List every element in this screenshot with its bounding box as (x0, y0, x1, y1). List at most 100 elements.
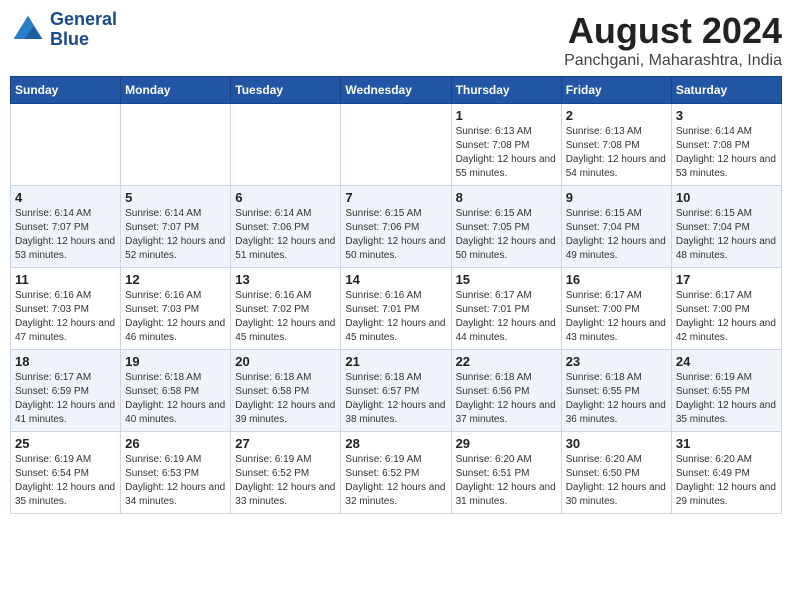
day-info: Sunrise: 6:16 AMSunset: 7:02 PMDaylight:… (235, 289, 336, 345)
calendar-cell: 22Sunrise: 6:18 AMSunset: 6:56 PMDayligh… (451, 350, 561, 432)
day-info: Sunrise: 6:18 AMSunset: 6:56 PMDaylight:… (456, 371, 557, 427)
calendar-cell: 1 Sunrise: 6:13 AMSunset: 7:08 PMDaylight… (451, 104, 561, 186)
logo: General Blue (10, 10, 117, 50)
day-number: 30 (566, 436, 667, 451)
calendar-cell: 5Sunrise: 6:14 AMSunset: 7:07 PMDaylight… (121, 186, 231, 268)
calendar-header-row: SundayMondayTuesdayWednesdayThursdayFrid… (11, 77, 782, 104)
day-number: 11 (15, 272, 116, 287)
day-info: Sunrise: 6:16 AMSunset: 7:03 PMDaylight:… (125, 289, 226, 345)
day-info: Sunrise: 6:17 AMSunset: 7:00 PMDaylight:… (566, 289, 667, 345)
calendar-cell: 17 Sunrise: 6:17 AMSunset: 7:00 PMDayligh… (671, 268, 781, 350)
calendar-cell (121, 104, 231, 186)
day-number: 4 (15, 190, 116, 205)
day-number: 18 (15, 354, 116, 369)
day-info: Sunrise: 6:18 AMSunset: 6:57 PMDaylight:… (345, 371, 446, 427)
calendar-cell: 18 Sunrise: 6:17 AMSunset: 6:59 PMDayligh… (11, 350, 121, 432)
calendar-cell: 21Sunrise: 6:18 AMSunset: 6:57 PMDayligh… (341, 350, 451, 432)
day-number: 6 (235, 190, 336, 205)
main-title: August 2024 (564, 10, 782, 52)
title-area: August 2024 Panchgani, Maharashtra, Indi… (564, 10, 782, 70)
calendar-cell: 7 Sunrise: 6:15 AMSunset: 7:06 PMDaylight… (341, 186, 451, 268)
logo-line2: Blue (50, 30, 117, 50)
day-info: Sunrise: 6:17 AMSunset: 6:59 PMDaylight:… (15, 371, 116, 427)
calendar-cell: 30 Sunrise: 6:20 AMSunset: 6:50 PMDayligh… (561, 432, 671, 514)
calendar-table: SundayMondayTuesdayWednesdayThursdayFrid… (10, 76, 782, 514)
calendar-cell: 26 Sunrise: 6:19 AMSunset: 6:53 PMDayligh… (121, 432, 231, 514)
day-info: Sunrise: 6:16 AMSunset: 7:01 PMDaylight:… (345, 289, 446, 345)
day-number: 1 (456, 108, 557, 123)
day-number: 7 (345, 190, 446, 205)
day-info: Sunrise: 6:20 AMSunset: 6:50 PMDaylight:… (566, 453, 667, 509)
calendar-week-3: 11 Sunrise: 6:16 AMSunset: 7:03 PMDayligh… (11, 268, 782, 350)
header-sunday: Sunday (11, 77, 121, 104)
day-info: Sunrise: 6:15 AMSunset: 7:05 PMDaylight:… (456, 207, 557, 263)
header-tuesday: Tuesday (231, 77, 341, 104)
calendar-cell: 2Sunrise: 6:13 AMSunset: 7:08 PMDaylight… (561, 104, 671, 186)
day-number: 13 (235, 272, 336, 287)
day-number: 16 (566, 272, 667, 287)
subtitle: Panchgani, Maharashtra, India (564, 52, 782, 70)
calendar-cell: 20 Sunrise: 6:18 AMSunset: 6:58 PMDayligh… (231, 350, 341, 432)
day-info: Sunrise: 6:18 AMSunset: 6:55 PMDaylight:… (566, 371, 667, 427)
day-number: 10 (676, 190, 777, 205)
day-number: 23 (566, 354, 667, 369)
header-friday: Friday (561, 77, 671, 104)
day-info: Sunrise: 6:18 AMSunset: 6:58 PMDaylight:… (125, 371, 226, 427)
header-wednesday: Wednesday (341, 77, 451, 104)
calendar-cell: 9Sunrise: 6:15 AMSunset: 7:04 PMDaylight… (561, 186, 671, 268)
day-info: Sunrise: 6:19 AMSunset: 6:52 PMDaylight:… (345, 453, 446, 509)
day-info: Sunrise: 6:17 AMSunset: 7:00 PMDaylight:… (676, 289, 777, 345)
day-info: Sunrise: 6:19 AMSunset: 6:53 PMDaylight:… (125, 453, 226, 509)
calendar-cell: 8 Sunrise: 6:15 AMSunset: 7:05 PMDaylight… (451, 186, 561, 268)
day-info: Sunrise: 6:14 AMSunset: 7:06 PMDaylight:… (235, 207, 336, 263)
day-info: Sunrise: 6:14 AMSunset: 7:07 PMDaylight:… (125, 207, 226, 263)
calendar-cell: 4Sunrise: 6:14 AMSunset: 7:07 PMDaylight… (11, 186, 121, 268)
calendar-cell: 16 Sunrise: 6:17 AMSunset: 7:00 PMDayligh… (561, 268, 671, 350)
header-thursday: Thursday (451, 77, 561, 104)
header-saturday: Saturday (671, 77, 781, 104)
calendar-cell: 11 Sunrise: 6:16 AMSunset: 7:03 PMDayligh… (11, 268, 121, 350)
day-info: Sunrise: 6:19 AMSunset: 6:52 PMDaylight:… (235, 453, 336, 509)
calendar-cell: 23 Sunrise: 6:18 AMSunset: 6:55 PMDayligh… (561, 350, 671, 432)
day-info: Sunrise: 6:15 AMSunset: 7:04 PMDaylight:… (676, 207, 777, 263)
calendar-cell: 25 Sunrise: 6:19 AMSunset: 6:54 PMDayligh… (11, 432, 121, 514)
day-info: Sunrise: 6:16 AMSunset: 7:03 PMDaylight:… (15, 289, 116, 345)
day-number: 28 (345, 436, 446, 451)
calendar-cell: 29 Sunrise: 6:20 AMSunset: 6:51 PMDayligh… (451, 432, 561, 514)
day-info: Sunrise: 6:13 AMSunset: 7:08 PMDaylight:… (456, 125, 557, 181)
day-info: Sunrise: 6:20 AMSunset: 6:51 PMDaylight:… (456, 453, 557, 509)
day-number: 29 (456, 436, 557, 451)
calendar-cell: 31Sunrise: 6:20 AMSunset: 6:49 PMDayligh… (671, 432, 781, 514)
calendar-cell: 15Sunrise: 6:17 AMSunset: 7:01 PMDayligh… (451, 268, 561, 350)
day-info: Sunrise: 6:14 AMSunset: 7:08 PMDaylight:… (676, 125, 777, 181)
day-number: 14 (345, 272, 446, 287)
day-number: 31 (676, 436, 777, 451)
calendar-cell: 28 Sunrise: 6:19 AMSunset: 6:52 PMDayligh… (341, 432, 451, 514)
calendar-cell: 27Sunrise: 6:19 AMSunset: 6:52 PMDayligh… (231, 432, 341, 514)
day-info: Sunrise: 6:19 AMSunset: 6:55 PMDaylight:… (676, 371, 777, 427)
day-info: Sunrise: 6:15 AMSunset: 7:06 PMDaylight:… (345, 207, 446, 263)
day-number: 20 (235, 354, 336, 369)
logo-text: General Blue (50, 10, 117, 50)
calendar-cell: 13 Sunrise: 6:16 AMSunset: 7:02 PMDayligh… (231, 268, 341, 350)
day-info: Sunrise: 6:17 AMSunset: 7:01 PMDaylight:… (456, 289, 557, 345)
day-number: 26 (125, 436, 226, 451)
calendar-cell: 6 Sunrise: 6:14 AMSunset: 7:06 PMDaylight… (231, 186, 341, 268)
day-info: Sunrise: 6:18 AMSunset: 6:58 PMDaylight:… (235, 371, 336, 427)
day-info: Sunrise: 6:19 AMSunset: 6:54 PMDaylight:… (15, 453, 116, 509)
calendar-week-1: 1 Sunrise: 6:13 AMSunset: 7:08 PMDaylight… (11, 104, 782, 186)
day-number: 8 (456, 190, 557, 205)
day-number: 19 (125, 354, 226, 369)
calendar-cell: 14 Sunrise: 6:16 AMSunset: 7:01 PMDayligh… (341, 268, 451, 350)
day-number: 2 (566, 108, 667, 123)
calendar-cell (341, 104, 451, 186)
logo-icon (10, 12, 46, 48)
day-number: 25 (15, 436, 116, 451)
day-number: 12 (125, 272, 226, 287)
day-number: 17 (676, 272, 777, 287)
header-monday: Monday (121, 77, 231, 104)
logo-line1: General (50, 10, 117, 30)
calendar-cell: 24Sunrise: 6:19 AMSunset: 6:55 PMDayligh… (671, 350, 781, 432)
day-info: Sunrise: 6:15 AMSunset: 7:04 PMDaylight:… (566, 207, 667, 263)
calendar-cell: 19 Sunrise: 6:18 AMSunset: 6:58 PMDayligh… (121, 350, 231, 432)
